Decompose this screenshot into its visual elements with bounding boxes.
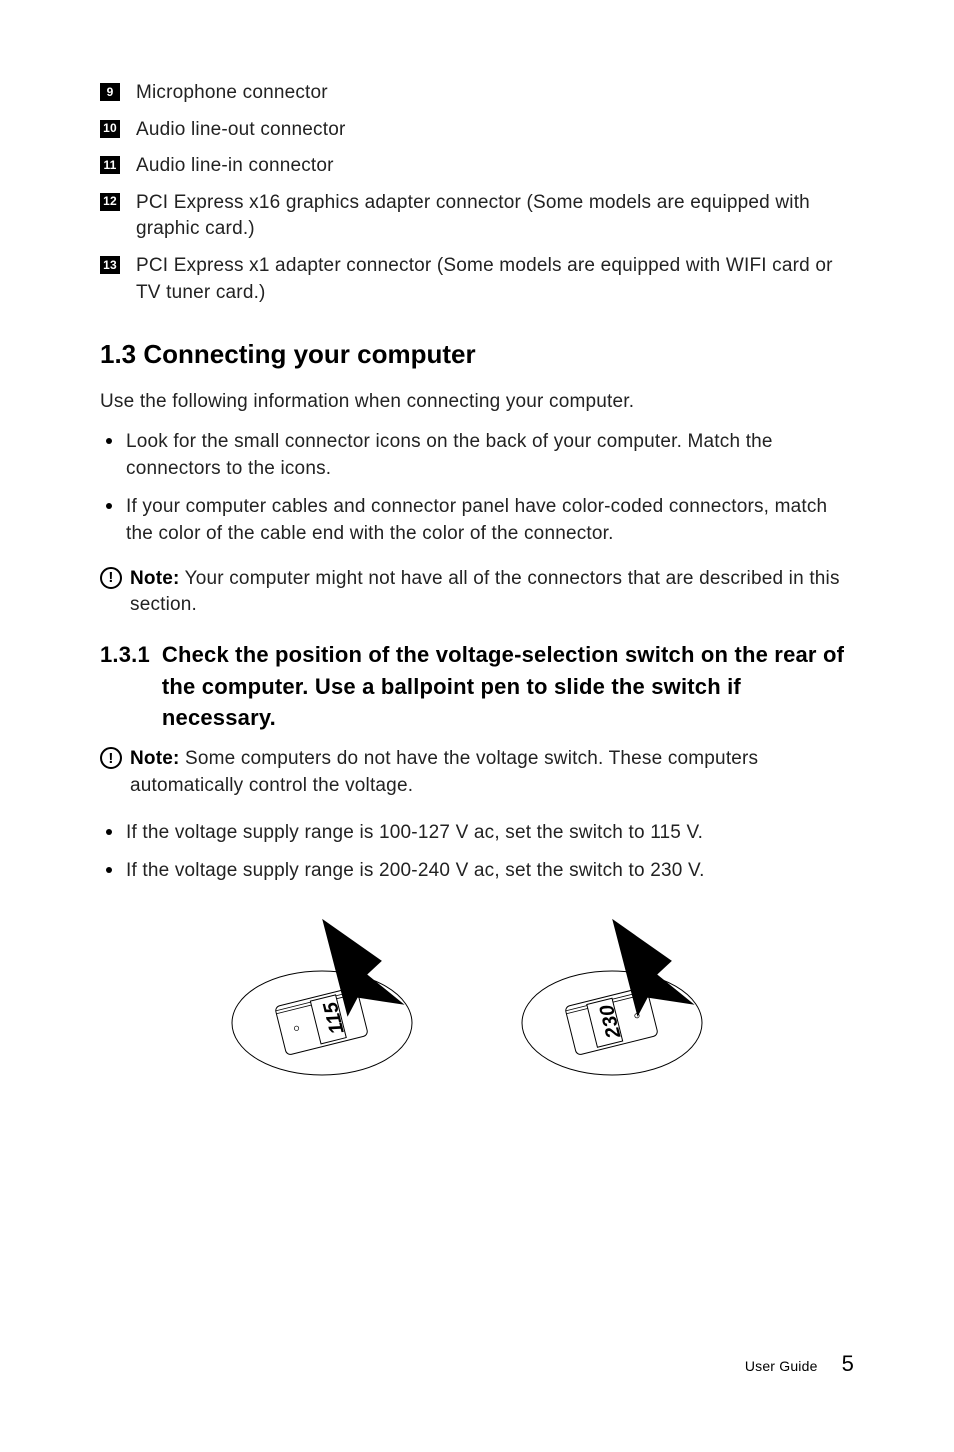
- note-text: Note: Your computer might not have all o…: [130, 566, 854, 619]
- item-text: Audio line-out connector: [136, 117, 854, 144]
- list-item: 9 Microphone connector: [100, 80, 854, 107]
- numbered-connector-list: 9 Microphone connector 10 Audio line-out…: [100, 80, 854, 306]
- item-text: Microphone connector: [136, 80, 854, 107]
- list-item: Look for the small connector icons on th…: [100, 429, 854, 482]
- voltage-switch-115-diagram: 115: [222, 903, 442, 1093]
- list-item: 10 Audio line-out connector: [100, 117, 854, 144]
- item-text: Audio line-in connector: [136, 153, 854, 180]
- heading-text: Check the position of the voltage-select…: [162, 639, 854, 735]
- item-number-badge: 9: [100, 83, 120, 101]
- item-number-badge: 13: [100, 256, 120, 274]
- bullet-text: Look for the small connector icons on th…: [126, 429, 854, 482]
- attention-icon: !: [100, 567, 122, 589]
- bullet-text: If your computer cables and connector pa…: [126, 494, 854, 547]
- voltage-switch-230-diagram: 230: [512, 903, 732, 1093]
- page-number: 5: [842, 1349, 854, 1380]
- item-text: PCI Express x1 adapter connector (Some m…: [136, 253, 854, 306]
- bullet-text: If the voltage supply range is 100-127 V…: [126, 820, 854, 847]
- heading-number: 1.3.1: [100, 639, 150, 671]
- note-text: Note: Some computers do not have the vol…: [130, 746, 854, 799]
- attention-icon: !: [100, 747, 122, 769]
- bullet-list: Look for the small connector icons on th…: [100, 429, 854, 547]
- subsection-heading: 1.3.1 Check the position of the voltage-…: [100, 639, 854, 735]
- list-item: If your computer cables and connector pa…: [100, 494, 854, 547]
- intro-text: Use the following information when conne…: [100, 389, 854, 416]
- list-item: If the voltage supply range is 100-127 V…: [100, 820, 854, 847]
- bullet-icon: [106, 503, 112, 509]
- footer-label: User Guide: [745, 1357, 818, 1377]
- page-footer: User Guide 5: [745, 1349, 854, 1380]
- bullet-list: If the voltage supply range is 100-127 V…: [100, 820, 854, 885]
- item-text: PCI Express x16 graphics adapter connect…: [136, 190, 854, 243]
- item-number-badge: 11: [100, 156, 120, 174]
- list-item: 12 PCI Express x16 graphics adapter conn…: [100, 190, 854, 243]
- bullet-text: If the voltage supply range is 200-240 V…: [126, 858, 854, 885]
- bullet-icon: [106, 867, 112, 873]
- section-heading: 1.3 Connecting your computer: [100, 336, 854, 372]
- list-item: If the voltage supply range is 200-240 V…: [100, 858, 854, 885]
- note-block: ! Note: Your computer might not have all…: [100, 566, 854, 619]
- note-block: ! Note: Some computers do not have the v…: [100, 746, 854, 799]
- list-item: 13 PCI Express x1 adapter connector (Som…: [100, 253, 854, 306]
- bullet-icon: [106, 438, 112, 444]
- item-number-badge: 10: [100, 120, 120, 138]
- bullet-icon: [106, 829, 112, 835]
- voltage-switch-diagrams: 115 230: [100, 903, 854, 1093]
- item-number-badge: 12: [100, 193, 120, 211]
- list-item: 11 Audio line-in connector: [100, 153, 854, 180]
